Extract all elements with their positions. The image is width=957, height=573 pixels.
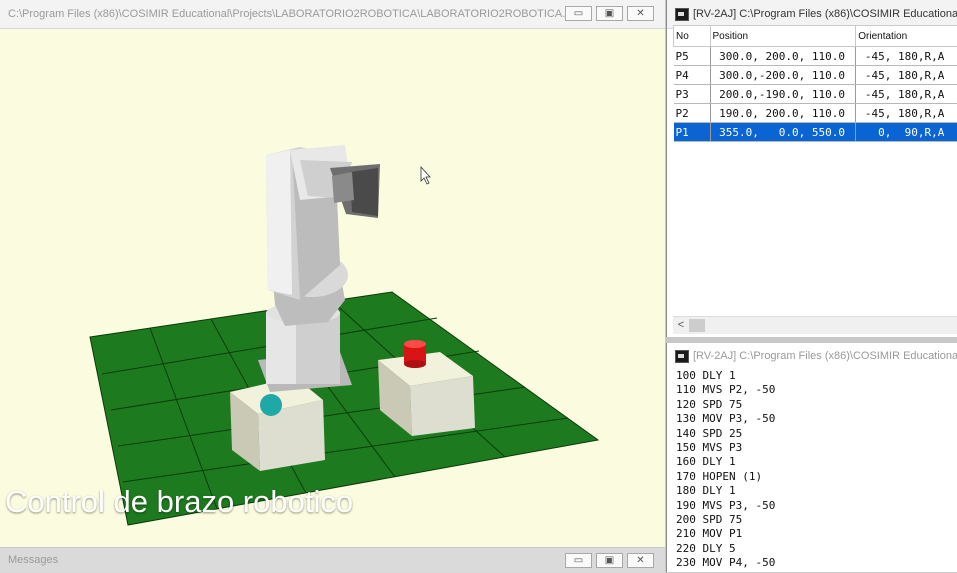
- code-line[interactable]: 120 SPD 75: [676, 398, 775, 412]
- points-list-window[interactable]: [RV-2AJ] C:\Program Files (x86)\COSIMIR …: [666, 0, 957, 337]
- code-line[interactable]: 170 HOPEN (1): [676, 470, 775, 484]
- point-position: 300.0,-200.0, 110.0: [710, 66, 856, 85]
- simulation-view-window[interactable]: C:\Program Files (x86)\COSIMIR Education…: [0, 0, 665, 547]
- point-position: 355.0, 0.0, 550.0: [710, 123, 856, 142]
- maximize-button[interactable]: ▣: [596, 553, 623, 568]
- code-line[interactable]: 210 MOV P1: [676, 527, 775, 541]
- table-row[interactable]: P3 200.0,-190.0, 110.0 -45, 180,R,A: [674, 85, 957, 104]
- points-table[interactable]: No Position Orientation P5 300.0, 200.0,…: [673, 25, 957, 142]
- point-no: P1: [674, 123, 711, 142]
- code-line[interactable]: 160 DLY 1: [676, 455, 775, 469]
- view-window-title: C:\Program Files (x86)\COSIMIR Education…: [0, 8, 591, 20]
- column-header-position[interactable]: Position: [710, 26, 856, 47]
- point-orientation: -45, 180,R,A: [856, 47, 957, 66]
- robot-window-icon: [675, 8, 689, 21]
- code-line[interactable]: 190 MVS P3, -50: [676, 499, 775, 513]
- point-orientation: 0, 90,R,A: [856, 123, 957, 142]
- close-button[interactable]: ✕: [627, 6, 654, 21]
- cyan-sphere: [260, 394, 282, 416]
- mouse-cursor-icon: [421, 167, 430, 184]
- messages-window-title: Messages: [8, 554, 58, 566]
- code-line[interactable]: 230 MOV P4, -50: [676, 556, 775, 570]
- messages-window[interactable]: Messages ▭ ▣ ✕: [0, 548, 665, 572]
- point-orientation: -45, 180,R,A: [856, 104, 957, 123]
- column-header-no[interactable]: No: [674, 26, 711, 47]
- point-no: P3: [674, 85, 711, 104]
- point-position: 300.0, 200.0, 110.0: [710, 47, 856, 66]
- scrollbar-thumb[interactable]: [689, 319, 705, 332]
- points-window-title: [RV-2AJ] C:\Program Files (x86)\COSIMIR …: [693, 8, 957, 20]
- code-line[interactable]: 200 SPD 75: [676, 513, 775, 527]
- maximize-button[interactable]: ▣: [596, 6, 623, 21]
- program-editor-window[interactable]: [RV-2AJ] C:\Program Files (x86)\COSIMIR …: [666, 343, 957, 572]
- program-window-title: [RV-2AJ] C:\Program Files (x86)\COSIMIR …: [693, 350, 957, 362]
- table-row[interactable]: P5 300.0, 200.0, 110.0 -45, 180,R,A: [674, 47, 957, 66]
- minimize-button[interactable]: ▭: [565, 6, 592, 21]
- table-row[interactable]: P2 190.0, 200.0, 110.0 -45, 180,R,A: [674, 104, 957, 123]
- messages-window-titlebar[interactable]: Messages ▭ ▣ ✕: [0, 548, 665, 573]
- code-line[interactable]: 100 DLY 1: [676, 369, 775, 383]
- code-line[interactable]: 150 MVS P3: [676, 441, 775, 455]
- program-window-titlebar[interactable]: [RV-2AJ] C:\Program Files (x86)\COSIMIR …: [667, 343, 957, 369]
- table-row[interactable]: P4 300.0,-200.0, 110.0 -45, 180,R,A: [674, 66, 957, 85]
- code-line[interactable]: 220 DLY 5: [676, 542, 775, 556]
- column-header-orientation[interactable]: Orientation: [856, 26, 957, 47]
- video-caption: Control de brazo robotico: [5, 484, 353, 520]
- code-line[interactable]: 180 DLY 1: [676, 484, 775, 498]
- robot-window-icon: [675, 350, 689, 363]
- code-line[interactable]: 110 MVS P2, -50: [676, 383, 775, 397]
- code-line[interactable]: 130 MOV P3, -50: [676, 412, 775, 426]
- close-button[interactable]: ✕: [627, 553, 654, 568]
- robot-scene-viewport[interactable]: [0, 28, 665, 547]
- table-row-selected[interactable]: P1 355.0, 0.0, 550.0 0, 90,R,A: [674, 123, 957, 142]
- code-line[interactable]: 140 SPD 25: [676, 427, 775, 441]
- point-orientation: -45, 180,R,A: [856, 66, 957, 85]
- point-position: 190.0, 200.0, 110.0: [710, 104, 856, 123]
- point-orientation: -45, 180,R,A: [856, 85, 957, 104]
- point-no: P4: [674, 66, 711, 85]
- point-no: P2: [674, 104, 711, 123]
- horizontal-scrollbar[interactable]: <: [673, 316, 957, 334]
- minimize-button[interactable]: ▭: [565, 553, 592, 568]
- point-position: 200.0,-190.0, 110.0: [710, 85, 856, 104]
- red-cylinder: [404, 340, 426, 368]
- scroll-left-icon[interactable]: <: [673, 317, 689, 334]
- points-table-header: No Position Orientation: [674, 26, 957, 47]
- program-code-listing[interactable]: 100 DLY 1110 MVS P2, -50120 SPD 75130 MO…: [676, 369, 775, 571]
- view-window-titlebar[interactable]: C:\Program Files (x86)\COSIMIR Education…: [0, 0, 665, 29]
- point-no: P5: [674, 47, 711, 66]
